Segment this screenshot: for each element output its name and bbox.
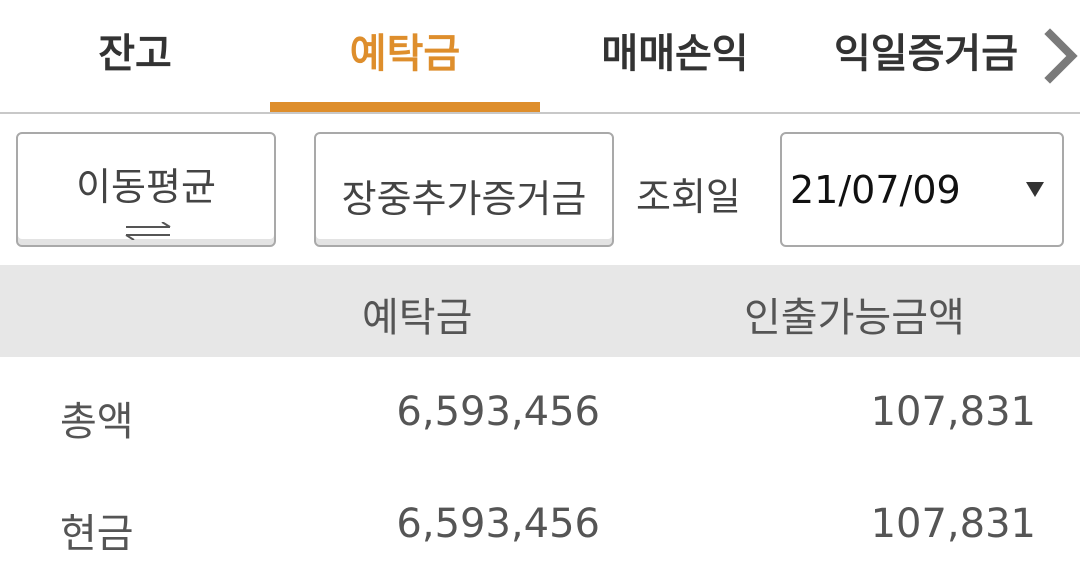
intraday-margin-label: 장중추가증거금 [341, 177, 587, 221]
row-label-cash: 현금 [60, 511, 134, 557]
header-withdrawable: 인출가능금액 [744, 295, 965, 341]
tab-next-day-margin[interactable]: 익일증거금 [810, 0, 1042, 112]
caret-down-icon [1026, 182, 1044, 197]
query-date-label: 조회일 [636, 175, 741, 219]
moving-average-label: 이동평균 [76, 165, 216, 209]
tab-deposit[interactable]: 예탁금 [270, 0, 540, 112]
chevron-right-icon[interactable] [1040, 26, 1080, 86]
table-row: 총액 6,593,456 107,831 [0, 357, 1080, 469]
swap-arrows-icon [125, 222, 171, 240]
total-withdrawable-value: 107,831 [870, 389, 1036, 435]
moving-average-toggle-button[interactable]: 이동평균 [16, 132, 276, 247]
intraday-margin-button[interactable]: 장중추가증거금 [314, 132, 614, 247]
tab-bar: 잔고 예탁금 매매손익 익일증거금 [0, 0, 1080, 114]
tab-trade-pnl[interactable]: 매매손익 [540, 0, 810, 112]
cash-deposit-value: 6,593,456 [396, 501, 600, 547]
table-header: 예탁금 인출가능금액 [0, 265, 1080, 357]
table-row: 현금 6,593,456 107,831 [0, 469, 1080, 581]
header-deposit: 예탁금 [362, 295, 473, 341]
tab-balance[interactable]: 잔고 [0, 0, 270, 112]
total-deposit-value: 6,593,456 [396, 389, 600, 435]
query-date-value: 21/07/09 [790, 168, 961, 212]
cash-withdrawable-value: 107,831 [870, 501, 1036, 547]
active-tab-indicator [270, 102, 540, 112]
row-label-total: 총액 [60, 399, 134, 445]
query-date-select[interactable]: 21/07/09 [780, 132, 1064, 247]
